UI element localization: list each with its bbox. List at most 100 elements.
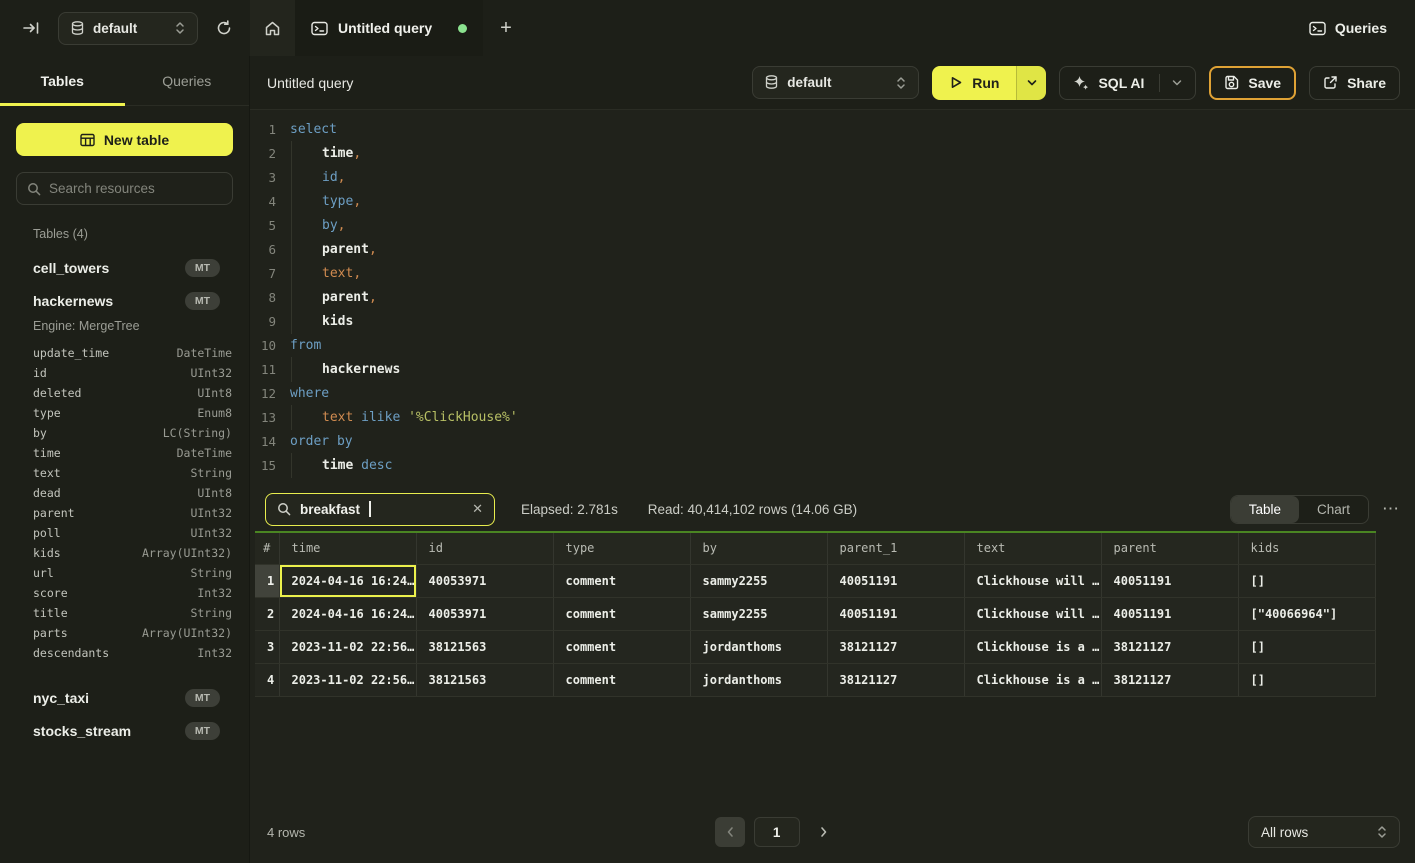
code-line[interactable]: 11hackernews bbox=[250, 357, 1415, 381]
table-cell[interactable]: 40051191 bbox=[1101, 597, 1238, 630]
results-search-box[interactable]: breakfast ✕ bbox=[265, 493, 495, 526]
code-line[interactable]: 13text ilike '%ClickHouse%' bbox=[250, 405, 1415, 429]
table-cell[interactable]: sammy2255 bbox=[690, 564, 827, 597]
table-item-nyc-taxi[interactable]: nyc_taxi MT bbox=[0, 681, 249, 714]
column-header[interactable]: by bbox=[690, 532, 827, 564]
code-line[interactable]: 15time desc bbox=[250, 453, 1415, 477]
column-item[interactable]: timeDateTime bbox=[33, 443, 232, 463]
tab-untitled-query[interactable]: Untitled query bbox=[295, 0, 483, 56]
table-cell[interactable]: Clickhouse will … bbox=[964, 597, 1101, 630]
sidebar-collapse-button[interactable] bbox=[18, 16, 44, 40]
table-cell[interactable]: comment bbox=[553, 663, 690, 696]
column-item[interactable]: urlString bbox=[33, 563, 232, 583]
code-line[interactable]: 10from bbox=[250, 333, 1415, 357]
table-cell[interactable]: 38121563 bbox=[416, 663, 553, 696]
table-cell[interactable]: 2024-04-16 16:24… bbox=[279, 597, 416, 630]
sidebar-tab-queries[interactable]: Queries bbox=[125, 56, 250, 105]
column-header[interactable]: parent_1 bbox=[827, 532, 964, 564]
run-options-button[interactable] bbox=[1016, 66, 1046, 100]
code-line[interactable]: 1select bbox=[250, 117, 1415, 141]
table-cell[interactable]: Clickhouse will … bbox=[964, 564, 1101, 597]
table-cell[interactable]: 40051191 bbox=[827, 564, 964, 597]
table-item-hackernews[interactable]: hackernews MT bbox=[0, 284, 249, 317]
table-cell[interactable]: 40053971 bbox=[416, 597, 553, 630]
column-item[interactable]: scoreInt32 bbox=[33, 583, 232, 603]
search-resources-input[interactable] bbox=[49, 181, 222, 196]
column-header[interactable]: id bbox=[416, 532, 553, 564]
table-cell[interactable]: jordanthoms bbox=[690, 663, 827, 696]
query-database-select[interactable]: default bbox=[752, 66, 919, 99]
table-cell[interactable]: [] bbox=[1238, 630, 1375, 663]
new-tab-button[interactable]: + bbox=[483, 0, 529, 56]
queries-nav-button[interactable]: Queries bbox=[1309, 20, 1387, 36]
refresh-button[interactable] bbox=[212, 16, 236, 40]
code-line[interactable]: 3id, bbox=[250, 165, 1415, 189]
column-item[interactable]: byLC(String) bbox=[33, 423, 232, 443]
table-cell[interactable]: 38121127 bbox=[1101, 663, 1238, 696]
table-cell[interactable]: [] bbox=[1238, 663, 1375, 696]
column-item[interactable]: typeEnum8 bbox=[33, 403, 232, 423]
sidebar-tab-tables[interactable]: Tables bbox=[0, 56, 125, 105]
table-cell[interactable]: comment bbox=[553, 630, 690, 663]
more-options-button[interactable]: ⋯ bbox=[1382, 499, 1400, 519]
table-cell[interactable]: 38121127 bbox=[827, 663, 964, 696]
page-size-select[interactable]: All rows bbox=[1248, 816, 1400, 848]
table-cell[interactable]: comment bbox=[553, 564, 690, 597]
table-cell[interactable]: ["40066964"] bbox=[1238, 597, 1375, 630]
view-toggle-table[interactable]: Table bbox=[1231, 496, 1299, 523]
code-line[interactable]: 6parent, bbox=[250, 237, 1415, 261]
previous-page-button[interactable] bbox=[715, 817, 745, 847]
table-cell[interactable]: jordanthoms bbox=[690, 630, 827, 663]
table-cell[interactable]: 38121563 bbox=[416, 630, 553, 663]
column-item[interactable]: descendantsInt32 bbox=[33, 643, 232, 663]
new-table-button[interactable]: New table bbox=[16, 123, 233, 156]
table-cell[interactable]: 2023-11-02 22:56… bbox=[279, 663, 416, 696]
table-row[interactable]: 32023-11-02 22:56…38121563commentjordant… bbox=[255, 630, 1375, 663]
table-item-cell-towers[interactable]: cell_towers MT bbox=[0, 251, 249, 284]
topbar-database-select[interactable]: default bbox=[58, 12, 198, 45]
column-header[interactable]: text bbox=[964, 532, 1101, 564]
sql-editor[interactable]: 1select2time,3id,4type,5by,6parent,7text… bbox=[250, 110, 1415, 487]
table-cell[interactable]: 40051191 bbox=[1101, 564, 1238, 597]
table-cell[interactable]: 2024-04-16 16:24… bbox=[279, 564, 416, 597]
table-cell[interactable]: Clickhouse is a … bbox=[964, 663, 1101, 696]
column-header[interactable]: parent bbox=[1101, 532, 1238, 564]
table-cell[interactable]: 38121127 bbox=[827, 630, 964, 663]
code-line[interactable]: 4type, bbox=[250, 189, 1415, 213]
column-header[interactable]: # bbox=[255, 532, 279, 564]
column-item[interactable]: textString bbox=[33, 463, 232, 483]
column-item[interactable]: deadUInt8 bbox=[33, 483, 232, 503]
column-header[interactable]: kids bbox=[1238, 532, 1375, 564]
column-item[interactable]: pollUInt32 bbox=[33, 523, 232, 543]
table-row[interactable]: 22024-04-16 16:24…40053971commentsammy22… bbox=[255, 597, 1375, 630]
save-button[interactable]: Save bbox=[1209, 66, 1296, 100]
table-cell[interactable]: 40051191 bbox=[827, 597, 964, 630]
column-item[interactable]: deletedUInt8 bbox=[33, 383, 232, 403]
table-row[interactable]: 12024-04-16 16:24…40053971commentsammy22… bbox=[255, 564, 1375, 597]
clear-search-button[interactable]: ✕ bbox=[472, 501, 483, 517]
code-line[interactable]: 2time, bbox=[250, 141, 1415, 165]
table-item-stocks-stream[interactable]: stocks_stream MT bbox=[0, 714, 249, 747]
table-cell[interactable]: 2023-11-02 22:56… bbox=[279, 630, 416, 663]
column-header[interactable]: type bbox=[553, 532, 690, 564]
table-cell[interactable]: 40053971 bbox=[416, 564, 553, 597]
table-cell[interactable]: sammy2255 bbox=[690, 597, 827, 630]
code-line[interactable]: 12where bbox=[250, 381, 1415, 405]
column-item[interactable]: update_timeDateTime bbox=[33, 343, 232, 363]
run-button[interactable]: Run bbox=[932, 66, 1016, 100]
table-cell[interactable]: comment bbox=[553, 597, 690, 630]
column-item[interactable]: titleString bbox=[33, 603, 232, 623]
column-item[interactable]: partsArray(UInt32) bbox=[33, 623, 232, 643]
next-page-button[interactable] bbox=[809, 817, 839, 847]
sql-ai-button[interactable]: SQL AI bbox=[1059, 66, 1196, 100]
share-button[interactable]: Share bbox=[1309, 66, 1400, 100]
column-item[interactable]: parentUInt32 bbox=[33, 503, 232, 523]
column-header[interactable]: time bbox=[279, 532, 416, 564]
view-toggle-chart[interactable]: Chart bbox=[1299, 496, 1368, 523]
code-line[interactable]: 5by, bbox=[250, 213, 1415, 237]
table-cell[interactable]: [] bbox=[1238, 564, 1375, 597]
code-line[interactable]: 9kids bbox=[250, 309, 1415, 333]
column-item[interactable]: idUInt32 bbox=[33, 363, 232, 383]
table-cell[interactable]: Clickhouse is a … bbox=[964, 630, 1101, 663]
home-button[interactable] bbox=[250, 0, 295, 56]
